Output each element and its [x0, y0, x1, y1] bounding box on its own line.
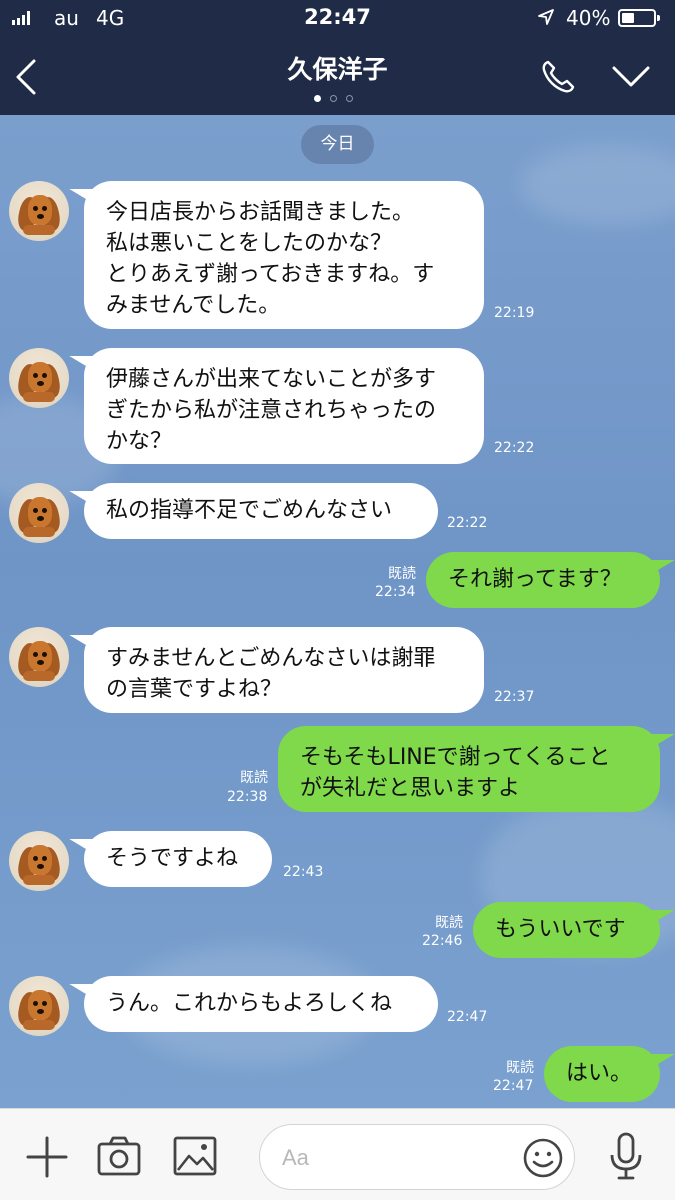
read-receipt: 既読 — [506, 1060, 534, 1076]
top-bar: au 4G 22:47 40% 久保洋子 — [0, 0, 675, 115]
avatar[interactable] — [9, 181, 69, 241]
message-input-bar — [0, 1108, 675, 1200]
read-receipt: 既読 — [240, 770, 268, 786]
battery-icon — [618, 9, 660, 27]
image-icon[interactable] — [173, 1136, 217, 1176]
message-input[interactable] — [282, 1142, 502, 1174]
page-dot — [314, 95, 321, 102]
outgoing-message-bubble[interactable]: そもそもLINEで謝ってくること が失礼だと思いますよ — [278, 726, 660, 812]
message-time: 22:34 — [375, 584, 416, 600]
message-time: 22:47 — [493, 1078, 534, 1094]
read-receipt: 既読 — [388, 566, 416, 582]
chat-area[interactable]: 今日 今日店長からお話聞きました。 私は悪いことをしたのかな？ とりあえず謝って… — [0, 115, 675, 1108]
status-bar: au 4G 22:47 40% — [0, 0, 675, 38]
date-separator: 今日 — [301, 125, 374, 164]
incoming-message-bubble[interactable]: すみませんとごめんなさいは謝罪 の言葉ですよね？ — [84, 627, 484, 713]
plus-icon[interactable] — [26, 1136, 68, 1178]
incoming-message-bubble[interactable]: そうですよね — [84, 831, 272, 887]
camera-icon[interactable] — [97, 1134, 141, 1178]
battery-percent: 40% — [566, 6, 611, 30]
avatar[interactable] — [9, 976, 69, 1036]
avatar[interactable] — [9, 348, 69, 408]
avatar[interactable] — [9, 627, 69, 687]
message-time: 22:47 — [447, 1009, 488, 1025]
outgoing-message-bubble[interactable]: はい。 — [544, 1046, 660, 1102]
emoji-icon[interactable] — [522, 1137, 564, 1179]
message-text-box[interactable] — [259, 1124, 575, 1190]
page-indicator — [314, 95, 353, 102]
incoming-message-bubble[interactable]: 今日店長からお話聞きました。 私は悪いことをしたのかな？ とりあえず謝っておきま… — [84, 181, 484, 329]
outgoing-message-bubble[interactable]: もういいです — [473, 902, 660, 958]
message-time: 22:19 — [494, 305, 535, 321]
message-time: 22:38 — [227, 789, 268, 805]
message-time: 22:22 — [494, 440, 535, 456]
location-arrow-icon — [538, 9, 554, 25]
message-time: 22:37 — [494, 689, 535, 705]
chevron-down-icon[interactable] — [611, 64, 651, 90]
phone-call-icon[interactable] — [539, 58, 577, 96]
message-time: 22:22 — [447, 515, 488, 531]
outgoing-message-bubble[interactable]: それ謝ってます？ — [426, 552, 660, 608]
page-dot — [330, 95, 337, 102]
incoming-message-bubble[interactable]: 私の指導不足でごめんなさい — [84, 483, 438, 539]
read-receipt: 既読 — [435, 915, 463, 931]
message-time: 22:46 — [422, 933, 463, 949]
page-dot — [346, 95, 353, 102]
incoming-message-bubble[interactable]: うん。これからもよろしくね — [84, 976, 438, 1032]
avatar[interactable] — [9, 831, 69, 891]
message-time: 22:43 — [283, 864, 324, 880]
incoming-message-bubble[interactable]: 伊藤さんが出来てないことが多す ぎたから私が注意されちゃったの かな？ — [84, 348, 484, 464]
avatar[interactable] — [9, 483, 69, 543]
microphone-icon[interactable] — [607, 1131, 645, 1181]
